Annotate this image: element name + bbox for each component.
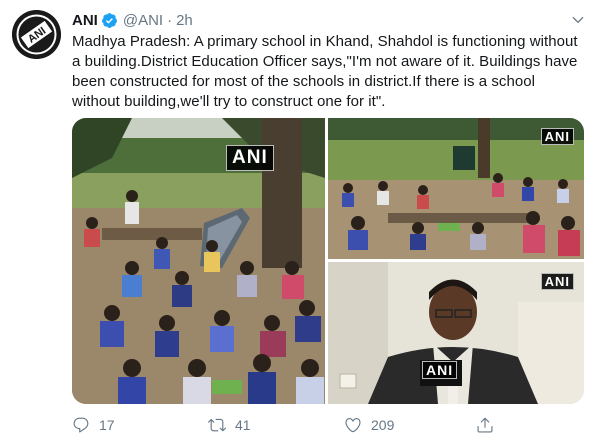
retweet-count: 41 xyxy=(235,417,251,433)
share-button[interactable] xyxy=(476,414,503,436)
ani-logo-icon: ANI xyxy=(12,10,61,59)
verified-badge-icon xyxy=(101,12,117,28)
retweet-icon xyxy=(208,418,226,432)
ani-watermark: ANI xyxy=(540,128,574,145)
like-count: 209 xyxy=(371,417,395,433)
tweet-actions: 17 41 209 xyxy=(72,414,584,436)
tweet-card[interactable]: ANI ANI @ANI · 2h Madhya Pradesh: A prim… xyxy=(0,0,600,445)
timestamp[interactable]: 2h xyxy=(176,12,193,29)
separator-dot: · xyxy=(167,11,173,29)
microphone-ani-label: ANI xyxy=(422,361,458,379)
heart-icon xyxy=(345,418,361,433)
reply-count: 17 xyxy=(99,417,115,433)
reply-icon xyxy=(73,417,89,433)
reply-button[interactable]: 17 xyxy=(72,414,115,436)
share-icon xyxy=(477,417,493,433)
tweet-header: ANI @ANI · 2h xyxy=(72,10,193,30)
retweet-button[interactable]: 41 xyxy=(208,414,251,436)
ani-watermark: ANI xyxy=(540,273,574,290)
user-handle[interactable]: @ANI xyxy=(123,12,163,29)
photo-outdoor-class[interactable]: ANI xyxy=(328,118,584,259)
chevron-down-icon[interactable] xyxy=(570,12,586,28)
ani-watermark: ANI xyxy=(226,145,274,171)
photo-children-outdoors[interactable]: ANI xyxy=(72,118,325,404)
photo-children-outdoors-image xyxy=(72,118,325,404)
tweet-text: Madhya Pradesh: A primary school in Khan… xyxy=(72,33,578,110)
media-grid: ANI ANI ANI ANI xyxy=(72,118,584,404)
avatar[interactable]: ANI xyxy=(12,10,61,59)
display-name[interactable]: ANI xyxy=(72,12,98,29)
like-button[interactable]: 209 xyxy=(344,414,394,436)
photo-education-officer[interactable]: ANI ANI xyxy=(328,262,584,404)
